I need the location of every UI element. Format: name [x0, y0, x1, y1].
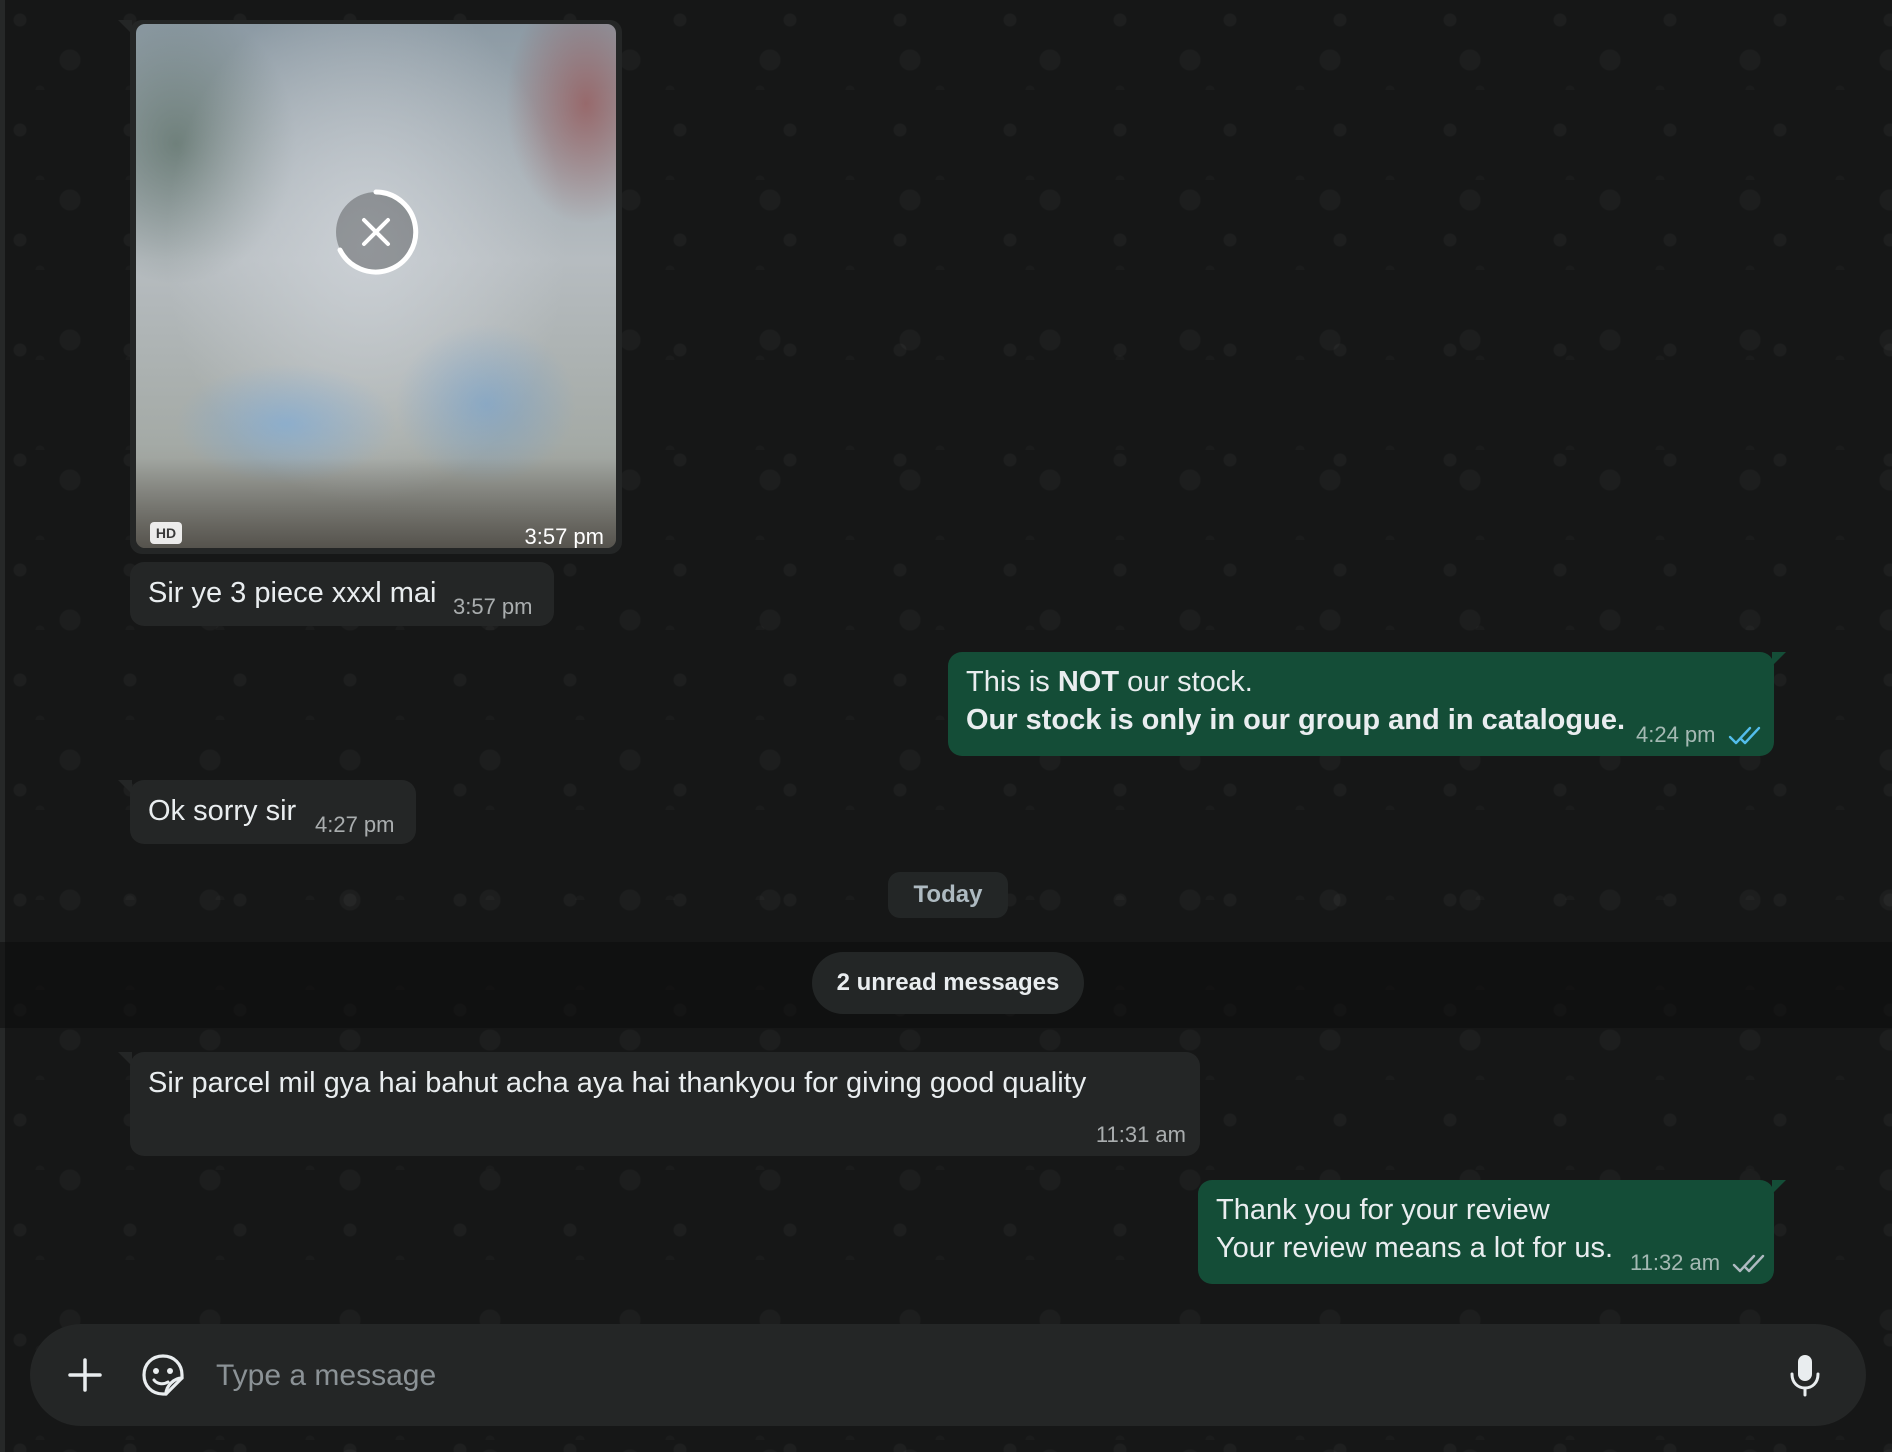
incoming-message[interactable]: Ok sorry sir 4:27 pm — [118, 780, 416, 844]
message-composer — [30, 1324, 1866, 1426]
message-text: Thank you for your review — [1216, 1194, 1550, 1226]
incoming-message[interactable]: Sir parcel mil gya hai bahut acha aya ha… — [118, 1052, 1200, 1156]
date-separator: Today — [888, 872, 1008, 918]
message-text: Sir ye 3 piece xxxl mai — [148, 577, 437, 609]
message-time: 3:57 pm — [524, 524, 605, 548]
microphone-icon[interactable] — [1788, 1352, 1822, 1398]
unread-messages-divider: 2 unread messages — [812, 952, 1084, 1014]
message-text: Your review means a lot for us. — [1216, 1232, 1614, 1264]
sticker-icon[interactable] — [140, 1352, 186, 1398]
plus-icon[interactable] — [64, 1354, 106, 1396]
outgoing-message[interactable]: Thank you for your review Your review me… — [1198, 1180, 1786, 1284]
message-meta: 4:24 pm — [1636, 722, 1762, 748]
image-thumbnail[interactable]: HD 3:57 pm — [136, 24, 616, 548]
message-text: This is NOT our stock. — [966, 663, 1253, 701]
panel-divider — [0, 0, 5, 1452]
double-check-icon — [1733, 1254, 1765, 1273]
message-time: 4:27 pm — [315, 812, 395, 837]
double-check-icon — [1728, 726, 1760, 745]
message-text-bold: NOT — [1057, 666, 1120, 698]
outgoing-message[interactable]: This is NOT our stock. Our stock is only… — [948, 652, 1786, 756]
message-time: 11:32 am — [1630, 1250, 1721, 1275]
hd-badge: HD — [150, 522, 182, 544]
message-text: Sir parcel mil gya hai bahut acha aya ha… — [148, 1067, 1087, 1099]
message-text: Ok sorry sir — [148, 795, 297, 827]
message-text-part: our stock. — [1119, 666, 1253, 698]
message-time: 11:31 am — [1095, 1122, 1186, 1147]
message-time: 4:24 pm — [1636, 722, 1716, 747]
message-input[interactable] — [214, 1350, 1718, 1402]
incoming-message[interactable]: Sir ye 3 piece xxxl mai 3:57 pm — [130, 562, 554, 626]
message-text-bold-line: Our stock is only in our group and in ca… — [966, 704, 1626, 736]
close-icon[interactable] — [328, 184, 424, 280]
message-meta: 11:32 am — [1630, 1250, 1766, 1276]
image-message[interactable]: HD 3:57 pm — [118, 20, 622, 554]
message-time: 3:57 pm — [453, 594, 533, 619]
message-text-part: This is — [966, 666, 1058, 698]
